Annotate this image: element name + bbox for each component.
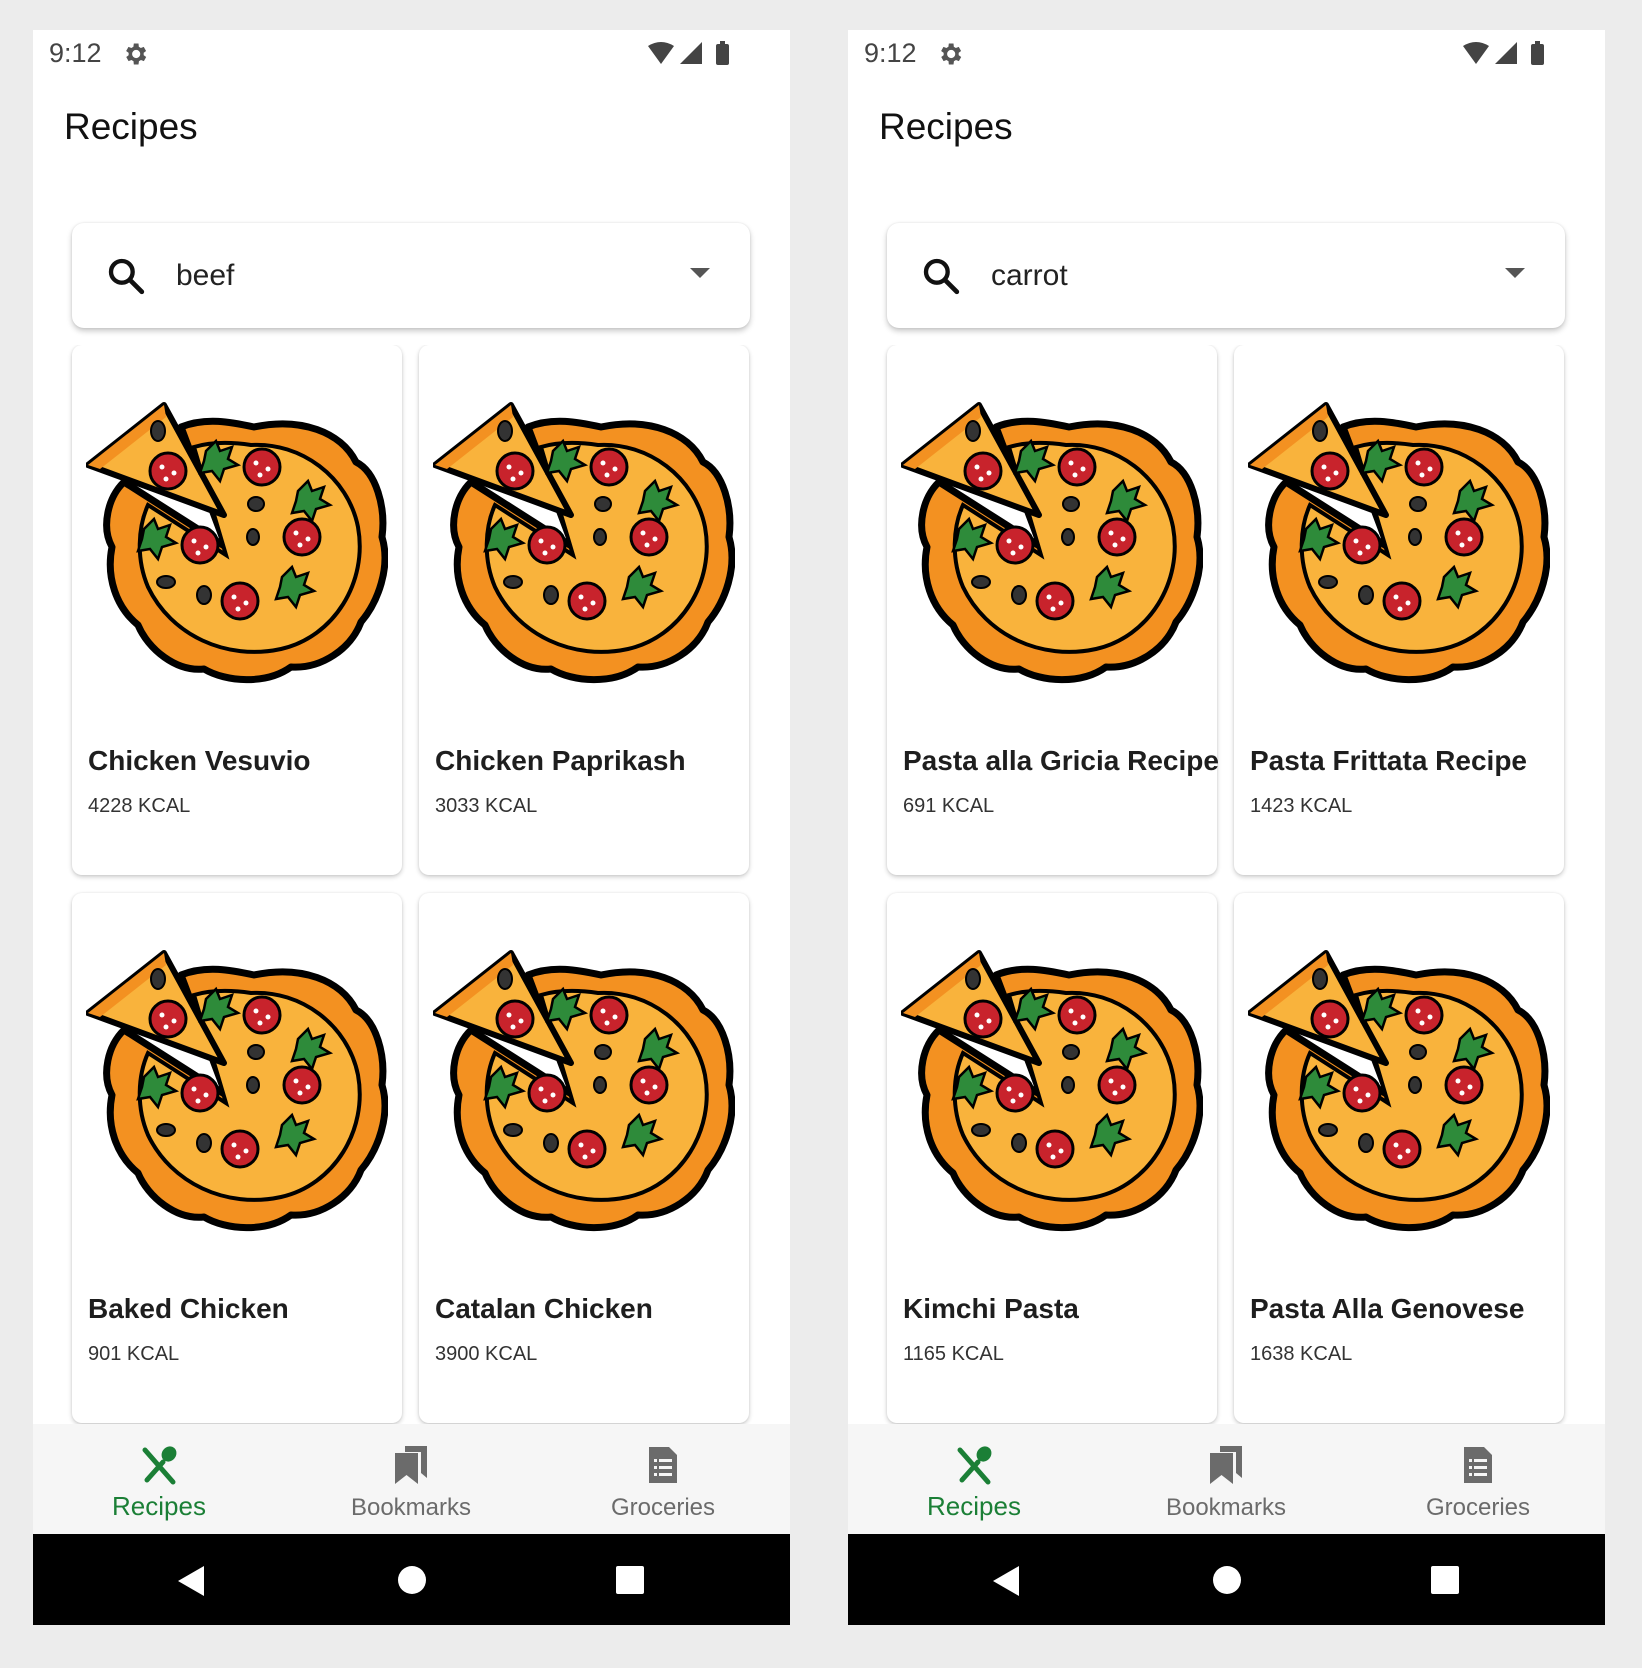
battery-icon <box>1531 44 1544 65</box>
fork-spoon-icon <box>142 1446 177 1485</box>
groceries-list-icon <box>1464 1447 1492 1483</box>
recipe-title: Chicken Vesuvio <box>88 745 311 776</box>
nav-item-groceries[interactable]: Groceries <box>1352 1424 1604 1534</box>
nav-item-recipes[interactable]: Recipes <box>33 1424 285 1534</box>
nav-item-bookmarks[interactable]: Bookmarks <box>1100 1424 1352 1534</box>
search-icon[interactable] <box>106 256 146 296</box>
recipe-title: Pasta alla Gricia Recipe <box>903 745 1219 776</box>
pizza-image <box>86 387 388 689</box>
bookmarks-icon <box>395 1446 427 1484</box>
recipe-calories: 3033 KCAL <box>435 795 538 817</box>
status-bar: 9:12 <box>33 30 790 80</box>
recipe-title: Pasta Frittata Recipe <box>1250 745 1527 776</box>
pizza-image <box>1248 387 1550 689</box>
gear-icon <box>941 43 962 65</box>
phone-screen-beef: 9:12 Recipes Chicken Vesuvio 4228 KCAL C… <box>33 30 790 1625</box>
page-title: Recipes <box>879 106 1013 147</box>
status-time: 9:12 <box>49 38 102 68</box>
recipe-grid[interactable]: Pasta alla Gricia Recipe 691 KCAL Pasta … <box>848 345 1605 1425</box>
search-bar[interactable] <box>72 223 750 328</box>
wifi-icon <box>648 42 674 64</box>
home-icon[interactable] <box>1212 1565 1242 1595</box>
nav-label: Recipes <box>927 1491 1021 1521</box>
recipe-grid[interactable]: Chicken Vesuvio 4228 KCAL Chicken Paprik… <box>33 345 790 1425</box>
dropdown-arrow-icon[interactable] <box>1503 265 1527 281</box>
recipe-title: Kimchi Pasta <box>903 1293 1079 1324</box>
signal-icon <box>680 42 702 64</box>
recents-icon[interactable] <box>1431 1566 1459 1594</box>
recipe-card[interactable]: Pasta alla Gricia Recipe 691 KCAL <box>887 345 1219 875</box>
nav-item-groceries[interactable]: Groceries <box>537 1424 789 1534</box>
search-input[interactable] <box>176 251 636 301</box>
status-system-icons <box>1463 41 1544 65</box>
recipe-title: Chicken Paprikash <box>435 745 686 776</box>
gear-icon <box>126 43 147 65</box>
nav-item-bookmarks[interactable]: Bookmarks <box>285 1424 537 1534</box>
search-input[interactable] <box>991 251 1451 301</box>
recipe-title: Pasta Alla Genovese <box>1250 1293 1525 1324</box>
nav-label: Bookmarks <box>1165 1494 1287 1521</box>
system-navigation-bar <box>848 1534 1605 1625</box>
nav-label: Bookmarks <box>350 1494 472 1521</box>
status-time: 9:12 <box>864 38 917 68</box>
recipe-card[interactable]: Chicken Paprikash 3033 KCAL <box>419 345 749 875</box>
nav-label: Groceries <box>610 1494 716 1521</box>
bottom-navigation: Recipes Bookmarks Groceries <box>848 1424 1605 1534</box>
wifi-icon <box>1463 42 1489 64</box>
recipe-calories: 901 KCAL <box>88 1343 180 1365</box>
pizza-image <box>433 935 735 1237</box>
back-icon[interactable] <box>991 1564 1021 1598</box>
recipe-card[interactable]: Pasta Alla Genovese 1638 KCAL <box>1234 893 1564 1423</box>
recipe-calories: 691 KCAL <box>903 795 995 817</box>
recipe-card[interactable]: Pasta Frittata Recipe 1423 KCAL <box>1234 345 1564 875</box>
battery-icon <box>716 44 729 65</box>
recents-icon[interactable] <box>616 1566 644 1594</box>
phone-screen-carrot: 9:12 Recipes Pasta alla Gricia Recipe 69… <box>848 30 1605 1625</box>
recipe-calories: 1423 KCAL <box>1250 795 1353 817</box>
recipe-card[interactable]: Chicken Vesuvio 4228 KCAL <box>72 345 402 875</box>
search-icon[interactable] <box>921 256 961 296</box>
fork-spoon-icon <box>957 1446 992 1485</box>
status-system-icons <box>648 41 729 65</box>
pizza-image <box>86 935 388 1237</box>
groceries-list-icon <box>649 1447 677 1483</box>
system-navigation-bar <box>33 1534 790 1625</box>
pizza-image <box>433 387 735 689</box>
bookmarks-icon <box>1210 1446 1242 1484</box>
back-icon[interactable] <box>176 1564 206 1598</box>
dropdown-arrow-icon[interactable] <box>688 265 712 281</box>
recipe-calories: 1165 KCAL <box>903 1343 1004 1365</box>
recipe-title: Baked Chicken <box>88 1293 289 1324</box>
recipe-calories: 1638 KCAL <box>1250 1343 1353 1365</box>
recipe-card[interactable]: Kimchi Pasta 1165 KCAL <box>887 893 1217 1423</box>
signal-icon <box>1495 42 1517 64</box>
recipe-card[interactable]: Catalan Chicken 3900 KCAL <box>419 893 749 1423</box>
home-icon[interactable] <box>397 1565 427 1595</box>
status-bar: 9:12 <box>848 30 1605 80</box>
nav-item-recipes[interactable]: Recipes <box>848 1424 1100 1534</box>
search-bar[interactable] <box>887 223 1565 328</box>
recipe-title: Catalan Chicken <box>435 1293 653 1324</box>
nav-label: Groceries <box>1425 1494 1531 1521</box>
nav-label: Recipes <box>112 1491 206 1521</box>
pizza-image <box>1248 935 1550 1237</box>
page-title: Recipes <box>64 106 198 147</box>
bottom-navigation: Recipes Bookmarks Groceries <box>33 1424 790 1534</box>
pizza-image <box>901 387 1203 689</box>
pizza-image <box>901 935 1203 1237</box>
recipe-calories: 4228 KCAL <box>88 795 191 817</box>
recipe-card[interactable]: Baked Chicken 901 KCAL <box>72 893 402 1423</box>
recipe-calories: 3900 KCAL <box>435 1343 538 1365</box>
